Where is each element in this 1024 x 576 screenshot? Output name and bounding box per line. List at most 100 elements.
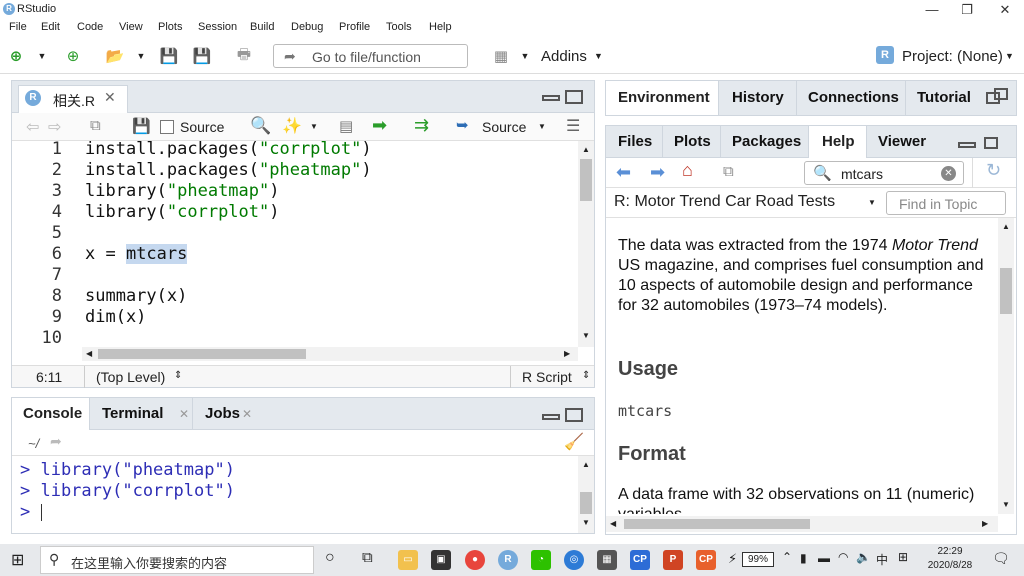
menu-tools[interactable]: Tools — [386, 21, 412, 33]
close-button[interactable]: ✕ — [990, 1, 1020, 19]
home-icon[interactable]: ⌂ — [682, 160, 693, 181]
battery-indicator[interactable]: 99% — [742, 552, 774, 567]
powerpoint-icon[interactable]: P — [663, 550, 683, 570]
scroll-left-icon[interactable]: ◀ — [610, 519, 616, 528]
search-icon[interactable]: 🔍 — [250, 116, 271, 136]
source-on-save-checkbox[interactable] — [160, 120, 174, 134]
restore-pane-icon[interactable] — [984, 137, 998, 149]
scroll-thumb[interactable] — [1000, 268, 1012, 314]
scroll-right-icon[interactable]: ▶ — [564, 349, 570, 358]
scroll-down-icon[interactable]: ▼ — [582, 331, 590, 340]
chevron-down-icon[interactable]: ▼ — [868, 198, 876, 207]
device-icon[interactable]: ▮ — [800, 551, 807, 565]
tab-jobs[interactable]: Jobs — [205, 405, 240, 422]
refresh-icon[interactable]: ↻ — [986, 160, 1001, 181]
tab-help[interactable]: Help — [808, 126, 867, 158]
help-search-input[interactable]: 🔍 mtcars ✕ — [804, 161, 964, 185]
minimize-button[interactable]: — — [917, 1, 947, 19]
restore-pane-icon[interactable] — [994, 88, 1008, 100]
minimize-pane-icon[interactable] — [542, 95, 560, 101]
help-horizontal-scrollbar[interactable]: ◀ ▶ — [606, 516, 998, 532]
close-icon[interactable]: ✕ — [179, 407, 189, 421]
store-icon[interactable]: ▣ — [431, 550, 451, 570]
new-project-icon[interactable]: ⊕ — [62, 45, 84, 67]
scroll-up-icon[interactable]: ▲ — [1002, 222, 1010, 231]
menu-help[interactable]: Help — [429, 21, 452, 33]
menu-code[interactable]: Code — [77, 21, 103, 33]
chevron-down-icon[interactable]: ▼ — [538, 122, 546, 131]
ime-indicator[interactable]: 中 — [876, 551, 888, 568]
tab-console[interactable]: Console — [12, 398, 90, 430]
chevron-up-icon[interactable]: ⌃ — [782, 550, 792, 564]
scroll-thumb[interactable] — [580, 492, 592, 514]
source-icon[interactable]: ➥ — [456, 116, 469, 134]
scroll-up-icon[interactable]: ▲ — [582, 145, 590, 154]
cortana-icon[interactable]: ○ — [325, 549, 335, 567]
editor-tab[interactable]: R 相关.R ✕ — [18, 85, 128, 113]
go-to-dir-icon[interactable]: ➦ — [50, 433, 62, 450]
dropdown-arrow-icon[interactable]: ▼ — [130, 45, 152, 67]
project-menu[interactable]: Project: (None) — [902, 48, 1003, 65]
menu-file[interactable]: File — [9, 21, 27, 33]
menu-build[interactable]: Build — [250, 21, 274, 33]
dropdown-arrow-icon[interactable]: ▼ — [31, 45, 53, 67]
save-icon[interactable]: 💾 — [158, 45, 180, 67]
save-icon[interactable]: 💾 — [132, 117, 151, 135]
menu-session[interactable]: Session — [198, 21, 237, 33]
topic-title[interactable]: R: Motor Trend Car Road Tests — [614, 193, 835, 211]
dropdown-arrow-icon[interactable]: ▼ — [514, 45, 536, 67]
find-in-topic-input[interactable]: Find in Topic — [886, 191, 1006, 215]
editor-horizontal-scrollbar[interactable]: ◀ ▶ — [82, 347, 578, 361]
taskbar-search-input[interactable]: ⚲ 在这里输入你要搜索的内容 — [40, 546, 314, 574]
tab-terminal[interactable]: Terminal — [102, 405, 163, 422]
wifi-icon[interactable]: ◠ — [838, 550, 848, 564]
usb-icon[interactable]: ▬ — [818, 551, 830, 565]
maximize-pane-icon[interactable] — [565, 408, 583, 422]
windows-start-icon[interactable]: ⊞ — [11, 550, 24, 570]
notification-icon[interactable]: 🗨 — [992, 550, 1010, 567]
grid-layout-icon[interactable]: ▦ — [490, 45, 512, 67]
tab-tutorial[interactable]: Tutorial — [917, 89, 971, 106]
scroll-thumb[interactable] — [580, 159, 592, 201]
run-line-icon[interactable]: ➡ — [372, 115, 387, 136]
source-button[interactable]: Source — [482, 119, 526, 135]
new-file-icon[interactable]: ⊕ — [5, 45, 27, 67]
tab-viewer[interactable]: Viewer — [878, 133, 926, 150]
goto-file-input[interactable]: ➦ Go to file/function — [273, 44, 468, 68]
app-icon[interactable]: ▦ — [597, 550, 617, 570]
filetype-selector[interactable]: R Script — [522, 369, 572, 385]
scroll-thumb[interactable] — [98, 349, 306, 359]
app-icon[interactable]: CP — [696, 550, 716, 570]
keyboard-icon[interactable]: ⊞ — [898, 550, 908, 564]
scroll-down-icon[interactable]: ▼ — [582, 518, 590, 527]
magic-wand-icon[interactable]: ✨ — [282, 116, 302, 136]
document-outline-icon[interactable]: ☰ — [566, 116, 580, 136]
app-icon[interactable]: CP — [630, 550, 650, 570]
tab-plots[interactable]: Plots — [674, 133, 711, 150]
clear-console-icon[interactable]: 🧹 — [564, 432, 584, 452]
back-arrow-icon[interactable]: ⬅ — [616, 162, 631, 183]
open-folder-icon[interactable]: 📂 — [104, 45, 126, 67]
tab-connections[interactable]: Connections — [808, 89, 899, 106]
clear-icon[interactable]: ✕ — [941, 166, 956, 181]
tab-files[interactable]: Files — [618, 133, 652, 150]
file-explorer-icon[interactable]: ▭ — [398, 550, 418, 570]
addins-menu[interactable]: Addins — [541, 48, 587, 65]
minimize-pane-icon[interactable] — [958, 142, 976, 148]
browser-icon[interactable]: ◎ — [564, 550, 584, 570]
console-output[interactable]: > library("pheatmap") > library("corrplo… — [20, 460, 576, 530]
forward-arrow-icon[interactable]: ⇨ — [48, 117, 61, 137]
chrome-icon[interactable]: ● — [465, 550, 485, 570]
compile-report-icon[interactable]: ▤ — [339, 117, 353, 135]
clock-time[interactable]: 22:29 — [932, 546, 968, 557]
code-editor[interactable]: 1 install.packages("corrplot") 2 install.pa… — [12, 141, 578, 347]
restore-button[interactable]: ❐ — [952, 1, 982, 19]
tab-history[interactable]: History — [732, 89, 784, 106]
rstudio-taskbar-icon[interactable]: R — [498, 550, 518, 570]
minimize-pane-icon[interactable] — [542, 414, 560, 420]
chevron-down-icon[interactable]: ▼ — [310, 122, 318, 131]
back-arrow-icon[interactable]: ⇦ — [26, 117, 39, 137]
save-all-icon[interactable]: 💾 — [191, 45, 213, 67]
menu-edit[interactable]: Edit — [41, 21, 60, 33]
scroll-left-icon[interactable]: ◀ — [86, 349, 92, 358]
